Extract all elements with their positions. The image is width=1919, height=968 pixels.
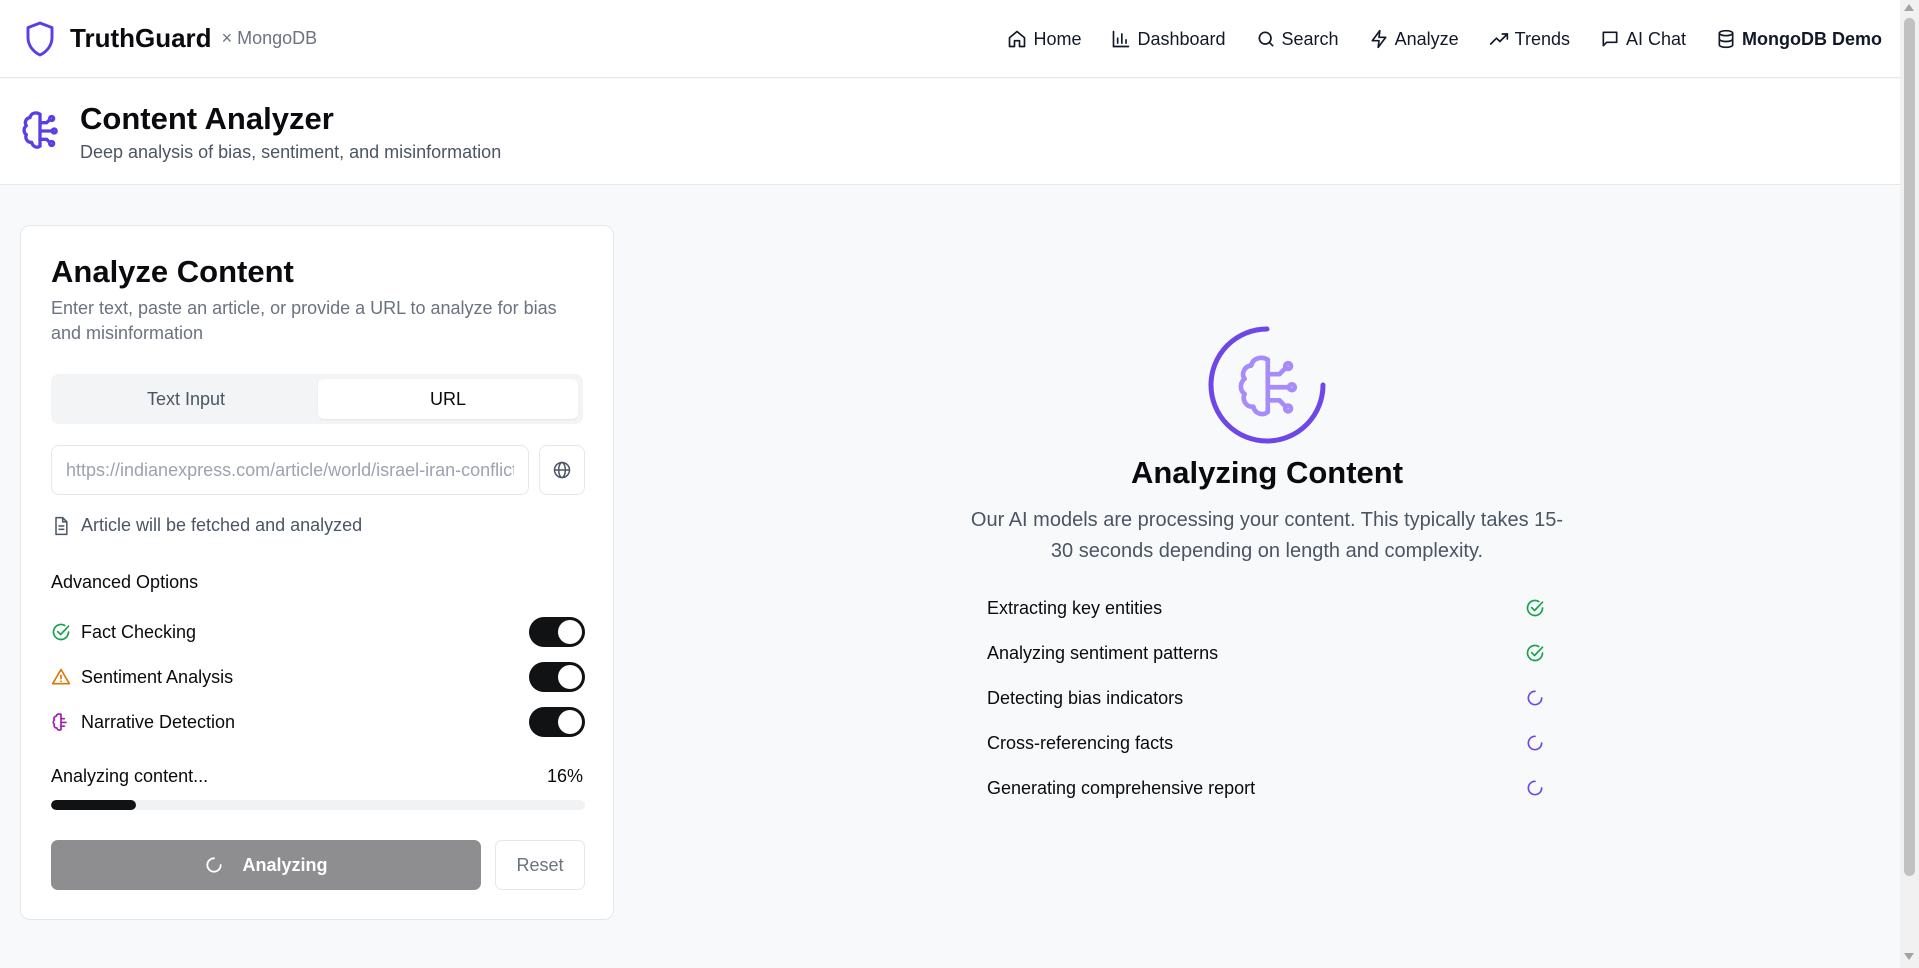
step-label: Generating comprehensive report [987,777,1256,798]
fetch-note-text: Article will be fetched and analyzed [81,515,363,535]
database-icon [1718,29,1734,49]
option-sentiment-analysis: Sentiment Analysis [51,661,585,693]
reset-button[interactable]: Reset [495,840,585,890]
analyze-button[interactable]: Analyzing [51,840,481,890]
step-extracting-entities: Extracting key entities [987,593,1547,623]
page-header: Content Analyzer Deep analysis of bias, … [0,79,1900,185]
scroll-thumb[interactable] [1904,18,1915,876]
nav-search-label: Search [1281,28,1339,49]
narrative-detection-toggle[interactable] [529,707,585,737]
progress-percent: 16% [546,766,583,786]
scroll-up-arrow-icon[interactable] [1904,4,1914,11]
check-circle-icon [52,623,70,641]
brain-icon [52,713,67,731]
input-mode-tabs: Text Input URL [51,374,583,424]
nav-ai-chat-label: AI Chat [1625,28,1687,49]
document-icon [55,516,68,535]
nav-mongodb-demo[interactable]: MongoDB Demo [1716,29,1882,50]
trending-up-icon [1489,33,1508,45]
nav-menu: Home Dashboard Search Analyze Trends AI … [977,0,1882,78]
analyzing-spinner [1205,323,1329,447]
card-title: Analyze Content [51,254,294,289]
step-cross-referencing: Cross-referencing facts [987,728,1547,758]
advanced-options-title: Advanced Options [51,572,199,592]
loader-icon [206,857,223,873]
analyzing-title: Analyzing Content [1130,455,1404,490]
fact-checking-toggle[interactable] [529,617,585,647]
page-scrollbar[interactable] [1900,0,1919,968]
nav-dashboard[interactable]: Dashboard [1111,28,1226,50]
page-subtitle: Deep analysis of bias, sentiment, and mi… [80,142,502,162]
step-bias-indicators: Detecting bias indicators [987,683,1547,713]
fetch-url-button[interactable] [539,445,585,495]
brain-circuit-icon [22,111,58,149]
brand-subtitle: × MongoDB [221,28,318,48]
option-label: Sentiment Analysis [81,666,234,687]
nav-analyze[interactable]: Analyze [1369,29,1459,50]
analyze-button-label: Analyzing [242,854,328,875]
loader-icon [1527,780,1543,796]
search-icon [1258,31,1274,47]
nav-mongodb-demo-label: MongoDB Demo [1742,28,1882,49]
progress-bar-fill [51,800,137,810]
step-label: Extracting key entities [987,597,1163,618]
tab-url[interactable]: URL [318,379,578,419]
progress-label: Analyzing content... [51,766,209,786]
loader-icon [1527,735,1543,751]
option-label: Narrative Detection [81,711,236,732]
home-icon [1009,30,1026,48]
nav-ai-chat[interactable]: AI Chat [1600,29,1686,50]
bar-chart-icon [1113,30,1130,48]
nav-home[interactable]: Home [1007,29,1081,50]
nav-search[interactable]: Search [1256,29,1339,50]
step-generating-report: Generating comprehensive report [987,773,1547,803]
sentiment-analysis-toggle[interactable] [529,662,585,692]
check-circle-icon [1526,644,1544,662]
tab-text-input[interactable]: Text Input [56,379,316,419]
spinner-ring-icon [1208,326,1326,444]
page-title: Content Analyzer [80,101,334,136]
nav-home-label: Home [1033,28,1082,49]
nav-trends-label: Trends [1514,28,1570,49]
top-navigation: TruthGuard × MongoDB Home Dashboard Sear… [0,0,1900,78]
option-fact-checking: Fact Checking [51,616,585,648]
check-circle-icon [1526,599,1544,617]
step-label: Analyzing sentiment patterns [987,642,1219,663]
step-label: Detecting bias indicators [987,687,1184,708]
card-description: Enter text, paste an article, or provide… [51,298,557,343]
globe-icon [553,461,571,479]
chat-icon [1602,31,1618,47]
progress-bar [51,800,585,810]
loader-icon [1527,690,1543,706]
nav-analyze-label: Analyze [1394,28,1459,49]
nav-dashboard-label: Dashboard [1137,28,1226,49]
analyzing-description: Our AI models are processing your conten… [970,509,1564,562]
step-sentiment-patterns: Analyzing sentiment patterns [987,638,1547,668]
step-label: Cross-referencing facts [987,732,1174,753]
shield-icon [26,21,54,56]
url-input[interactable] [51,445,529,495]
brand[interactable]: TruthGuard × MongoDB [24,20,317,58]
brand-name: TruthGuard [70,23,212,53]
option-narrative-detection: Narrative Detection [51,706,585,738]
analyze-content-card: Analyze Content Enter text, paste an art… [20,225,614,920]
alert-triangle-icon [51,668,71,685]
scroll-down-arrow-icon[interactable] [1904,953,1914,960]
option-label: Fact Checking [81,621,197,642]
nav-trends[interactable]: Trends [1489,29,1570,50]
lightning-icon [1371,29,1387,49]
fetch-note: Article will be fetched and analyzed [51,515,362,536]
